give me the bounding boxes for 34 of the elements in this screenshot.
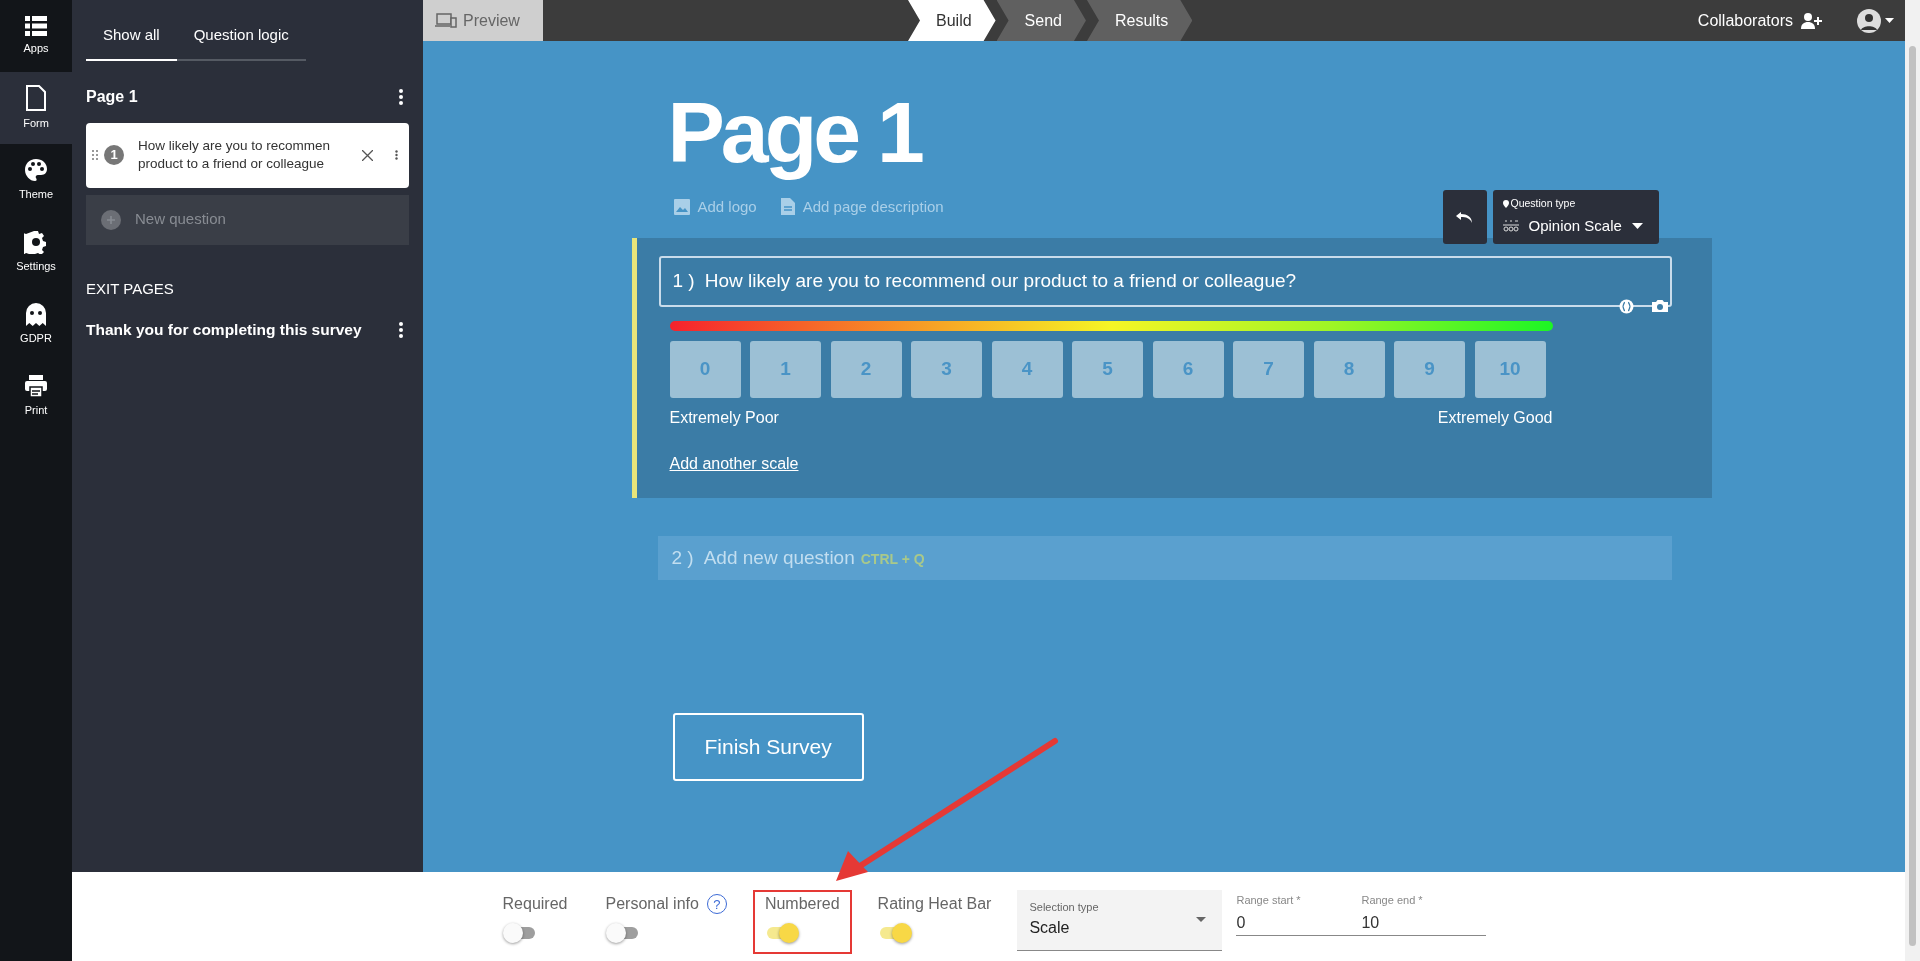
toggle-label: Personal info (605, 894, 699, 914)
question-number: 1 (104, 145, 124, 165)
selection-type-select[interactable]: Selection type Scale (1017, 890, 1223, 951)
rail-item[interactable]: Print (0, 360, 72, 432)
scale-label: Extremely Poor (669, 408, 779, 429)
rail-item[interactable]: Apps (0, 0, 72, 72)
rail-item[interactable]: GDPR (0, 288, 72, 360)
range-field[interactable]: Range start * 0 (1236, 890, 1362, 936)
rail-item[interactable]: Settings (0, 216, 72, 288)
question-field[interactable]: 1 ) How likely are you to recommend our product to a friend or colleague? (658, 256, 1672, 308)
page-title[interactable]: Page 1 (667, 85, 921, 180)
step-tab[interactable]: Send (996, 0, 1086, 41)
step-tab[interactable]: Build (908, 0, 996, 41)
toggle-label: Rating Heat Bar (877, 894, 992, 914)
question-type-select[interactable]: Question type Opinion Scale (1492, 190, 1659, 245)
preview-button[interactable]: Preview (423, 0, 543, 41)
scale-label: Extremely Good (1437, 408, 1553, 429)
toggle-label: Required (502, 894, 568, 914)
rail-item[interactable]: Theme (0, 144, 72, 216)
exit-page-title[interactable]: Thank you for completing this survey (86, 318, 362, 342)
add-scale-link[interactable]: Add another scale (669, 452, 799, 477)
range-field[interactable]: Range end * 10 (1361, 890, 1487, 936)
new-question-button[interactable]: New question (86, 194, 409, 245)
question-item[interactable]: 1 How likely are you to recommen product to a friend or colleague (86, 122, 409, 188)
panel-tab[interactable]: Show all (86, 12, 177, 61)
section-heading: EXIT PAGES (86, 278, 175, 299)
page-heading: Page 1 (86, 86, 138, 107)
collaborators-button[interactable]: Collaborators (1697, 8, 1823, 33)
step-tab[interactable]: Results (1086, 0, 1193, 41)
finish-survey-button[interactable]: Finish Survey (672, 713, 864, 781)
question-text: How likely are you to recommen product to a friend or colleague (138, 137, 332, 173)
toggle-label: Numbered (764, 894, 840, 914)
rail-item[interactable]: Form (0, 72, 72, 144)
panel-tab[interactable]: Question logic (176, 12, 306, 61)
